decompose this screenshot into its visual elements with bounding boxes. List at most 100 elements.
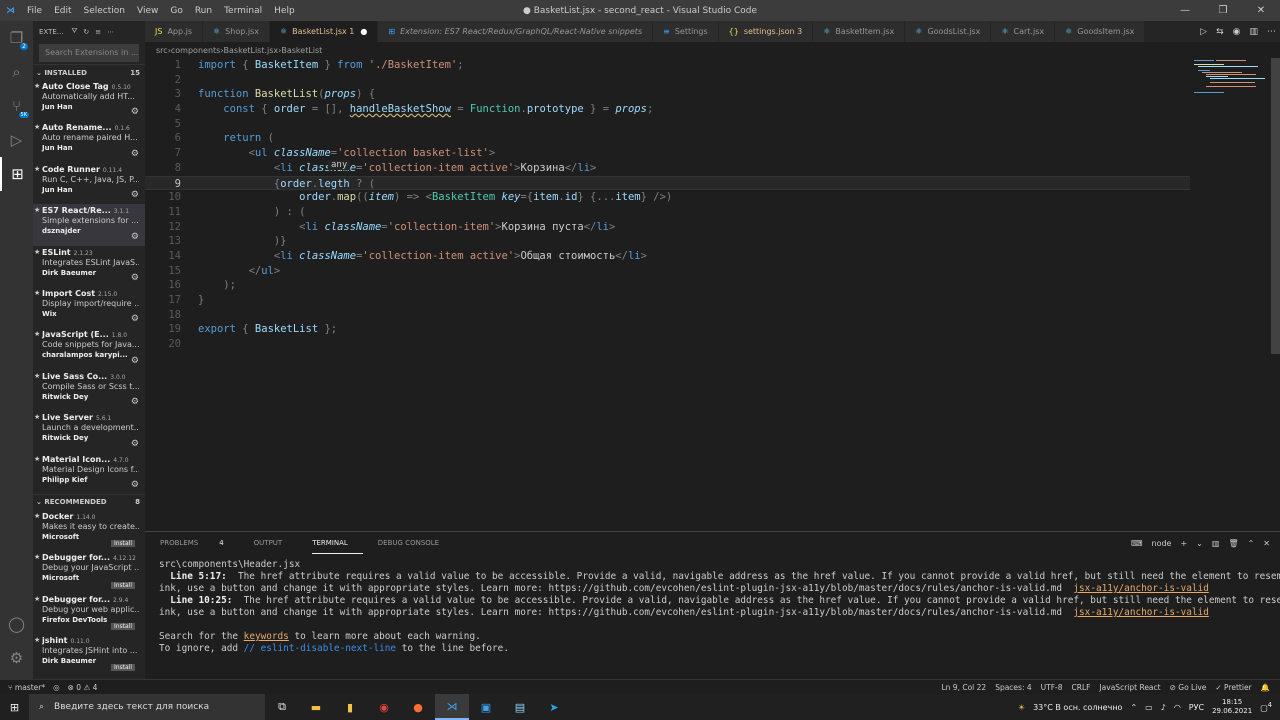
tab-app-js[interactable]: JS App.js xyxy=(145,21,203,42)
close-panel-icon[interactable]: ✕ xyxy=(1263,539,1270,548)
minimize-button[interactable]: — xyxy=(1166,0,1204,21)
extension-item[interactable]: ★ Import Cost 2.15.0 Display import/require… xyxy=(33,287,145,328)
notepad-icon[interactable]: ▤ xyxy=(503,694,537,720)
dirty-indicator[interactable]: ● xyxy=(360,27,367,36)
menu-item-help[interactable]: Help xyxy=(268,6,301,16)
extension-gear-icon[interactable]: ⚙ xyxy=(131,149,139,159)
go-live-icon[interactable]: ◉ xyxy=(1233,27,1241,37)
notes-app-icon[interactable]: ▮ xyxy=(333,694,367,720)
taskbar-search[interactable]: ⌕ Введите здесь текст для поиска xyxy=(29,694,265,720)
extension-search-input[interactable]: Search Extensions in ... xyxy=(39,44,139,62)
panel-tab-problems[interactable]: PROBLEMS 4 xyxy=(160,532,239,554)
restore-button[interactable]: ❐ xyxy=(1204,0,1242,21)
tab-basketitem-jsx[interactable]: ⚛ BasketItem.jsx xyxy=(813,21,906,42)
run-icon[interactable]: ▷ xyxy=(1200,27,1207,37)
menu-item-view[interactable]: View xyxy=(131,6,164,16)
tab-shop-jsx[interactable]: ⚛ Shop.jsx xyxy=(203,21,270,42)
network-icon[interactable]: ▭ xyxy=(1145,703,1153,712)
wifi-icon[interactable]: ◠ xyxy=(1174,703,1181,712)
extension-item[interactable]: ★ Debugger for... 4.12.12 Debug your JavaSc… xyxy=(33,551,145,592)
menu-item-terminal[interactable]: Terminal xyxy=(218,6,268,16)
extension-item[interactable]: ★ jshint 0.11.0 Integrates JSHint into ... D… xyxy=(33,634,145,675)
panel-tab-debug-console[interactable]: DEBUG CONSOLE xyxy=(378,532,454,554)
breadcrumb-item[interactable]: components xyxy=(171,46,220,55)
source-control-icon[interactable]: ⑂ 5K xyxy=(0,89,33,123)
kill-terminal-icon[interactable]: 🗑 xyxy=(1228,539,1238,548)
install-button[interactable]: Install xyxy=(110,664,135,672)
extension-item[interactable]: ★ Auto Rename... 0.1.6 Auto rename paired H… xyxy=(33,121,145,162)
panel-tab-output[interactable]: OUTPUT xyxy=(254,532,298,554)
menu-item-run[interactable]: Run xyxy=(189,6,218,16)
rule-link[interactable]: jsx-a11y/anchor-is-valid xyxy=(1073,607,1208,618)
run-debug-icon[interactable]: ▷ xyxy=(0,123,33,157)
terminal-output[interactable]: src\components\Header.jsx Line 5:17: The… xyxy=(145,554,1280,655)
menu-item-selection[interactable]: Selection xyxy=(78,6,131,16)
extension-item[interactable]: ★ Auto Close Tag 0.5.10 Automatically add H… xyxy=(33,80,145,121)
sync-icon[interactable]: ◎ xyxy=(53,683,60,692)
split-terminal-icon[interactable]: ▥ xyxy=(1212,539,1220,548)
open-changes-icon[interactable]: ⇆ xyxy=(1216,27,1224,37)
panel-tab-terminal[interactable]: TERMINAL xyxy=(312,532,363,554)
tab-cart-jsx[interactable]: ⚛ Cart.jsx xyxy=(991,21,1056,42)
extension-gear-icon[interactable]: ⚙ xyxy=(131,356,139,366)
tab-basketlist-jsx-1[interactable]: ⚛ BasketList.jsx 1 ● xyxy=(269,21,379,42)
language-indicator[interactable]: РУС xyxy=(1189,703,1204,712)
windows-start-icon[interactable]: ⊞ xyxy=(0,694,29,720)
refresh-icon[interactable]: ↻ xyxy=(83,28,89,36)
installed-section-header[interactable]: ⌄ INSTALLED 15 xyxy=(33,64,145,80)
extension-gear-icon[interactable]: ⚙ xyxy=(131,232,139,242)
chrome-icon[interactable]: ◉ xyxy=(367,694,401,720)
manage-gear-icon[interactable]: ⚙ xyxy=(0,641,33,675)
tray-chevron-icon[interactable]: ⌃ xyxy=(1130,703,1137,712)
extension-gear-icon[interactable]: ⚙ xyxy=(131,314,139,324)
explorer-icon[interactable]: ❐ 2 xyxy=(0,21,33,55)
install-button[interactable]: Install xyxy=(110,581,135,589)
extension-item[interactable]: ★ Live Server 5.6.1 Launch a development...… xyxy=(33,411,145,452)
file-explorer-icon[interactable]: ▬ xyxy=(299,694,333,720)
maximize-panel-icon[interactable]: ⌃ xyxy=(1248,539,1255,548)
extension-gear-icon[interactable]: ⚙ xyxy=(131,397,139,407)
split-editor-icon[interactable]: ▥ xyxy=(1249,27,1258,37)
tab-settings[interactable]: ≡ Settings xyxy=(653,21,719,42)
tab-goodsitem-jsx[interactable]: ⚛ GoodsItem.jsx xyxy=(1055,21,1146,42)
status-item[interactable]: Ln 9, Col 22 xyxy=(941,683,986,692)
notifications-icon[interactable]: ▢4 xyxy=(1260,701,1272,713)
new-terminal-icon[interactable]: + xyxy=(1180,539,1187,548)
editor-scrollbar[interactable] xyxy=(1271,58,1280,354)
status-item[interactable]: ✓ Prettier xyxy=(1215,683,1251,692)
telegram-icon[interactable]: ➤ xyxy=(537,694,571,720)
branch-status[interactable]: ⑂ master* xyxy=(8,683,45,692)
extension-gear-icon[interactable]: ⚙ xyxy=(131,480,139,490)
status-item[interactable]: Spaces: 4 xyxy=(995,683,1031,692)
breadcrumb-item[interactable]: BasketList.jsx xyxy=(224,46,279,55)
postman-icon[interactable]: ● xyxy=(401,694,435,720)
install-button[interactable]: Install xyxy=(110,540,135,548)
clear-icon[interactable]: ≡ xyxy=(95,28,101,36)
problems-status[interactable]: ⊗ 0 ⚠ 4 xyxy=(68,683,98,692)
extension-item[interactable]: ★ Docker 1.14.0 Makes it easy to create... M… xyxy=(33,510,145,551)
search-icon[interactable]: ⌕ xyxy=(0,55,33,89)
rule-link[interactable]: jsx-a11y/anchor-is-valid xyxy=(1073,583,1208,594)
extensions-icon[interactable]: ⊞ xyxy=(0,157,33,191)
more-actions-icon[interactable]: ⋯ xyxy=(1267,27,1276,37)
extension-item[interactable]: ★ Code Runner 0.11.4 Run C, C++, Java, JS, … xyxy=(33,163,145,204)
breadcrumb-item[interactable]: BasketList xyxy=(281,46,322,55)
store-icon[interactable]: ▣ xyxy=(469,694,503,720)
code-editor[interactable]: 1 import { BasketItem } from './BasketIte… xyxy=(145,58,1280,530)
extension-gear-icon[interactable]: ⚙ xyxy=(131,439,139,449)
status-item[interactable]: UTF-8 xyxy=(1041,683,1063,692)
terminal-dropdown-icon[interactable]: ⌄ xyxy=(1196,539,1203,548)
accounts-icon[interactable]: ◯ xyxy=(0,607,33,641)
vscode-taskbar-icon[interactable]: ⋊ xyxy=(435,694,469,720)
shell-label[interactable]: node xyxy=(1152,539,1172,548)
menu-item-edit[interactable]: Edit xyxy=(48,6,77,16)
breadcrumb-item[interactable]: src xyxy=(156,46,168,55)
extension-item[interactable]: ★ Debugger for... 2.9.4 Debug your web appl… xyxy=(33,593,145,634)
extension-item[interactable]: ★ ESLint 2.1.23 Integrates ESLint JavaS... D… xyxy=(33,246,145,287)
extension-item[interactable]: ★ JavaScript (E... 1.8.0 Code snippets for … xyxy=(33,328,145,369)
tab-settings-json-3[interactable]: {} settings.json 3 xyxy=(718,21,814,42)
recommended-section-header[interactable]: ⌄ RECOMMENDED 8 xyxy=(33,493,145,510)
volume-icon[interactable]: ♪ xyxy=(1161,703,1166,712)
minimap[interactable] xyxy=(1190,58,1272,98)
task-view-icon[interactable]: ⧉ xyxy=(265,694,299,720)
